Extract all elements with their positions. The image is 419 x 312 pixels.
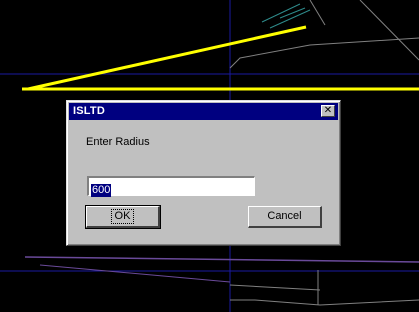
accent-hatch-2 [269, 9, 311, 29]
radius-input[interactable]: 600 [87, 176, 255, 197]
wireframe-edge-lower-diag [229, 284, 321, 291]
selected-line-diagonal[interactable] [27, 25, 307, 91]
dialog-title: ISLTD [73, 105, 105, 117]
wireframe-edge-lower [230, 299, 419, 306]
wireframe-edge-diagonal [359, 0, 419, 61]
purple-edge-2 [39, 264, 231, 283]
wireframe-edge-upper [229, 37, 419, 69]
accent-hatch-3 [279, 7, 306, 19]
accent-hatch-1 [261, 3, 301, 23]
cancel-button[interactable]: Cancel [248, 206, 322, 228]
ok-button[interactable]: OK [85, 205, 161, 229]
radius-input-value: 600 [91, 184, 112, 197]
purple-edge [24, 256, 419, 263]
prompt-label: Enter Radius [86, 136, 150, 148]
cancel-button-label: Cancel [267, 210, 302, 222]
wireframe-edge-short [309, 0, 326, 26]
enter-radius-dialog: ISLTD ✕ Enter Radius 600 OK Cancel [66, 100, 341, 246]
close-icon[interactable]: ✕ [321, 105, 335, 117]
ok-button-label: OK [110, 209, 135, 224]
dialog-titlebar[interactable]: ISLTD ✕ [69, 103, 338, 120]
